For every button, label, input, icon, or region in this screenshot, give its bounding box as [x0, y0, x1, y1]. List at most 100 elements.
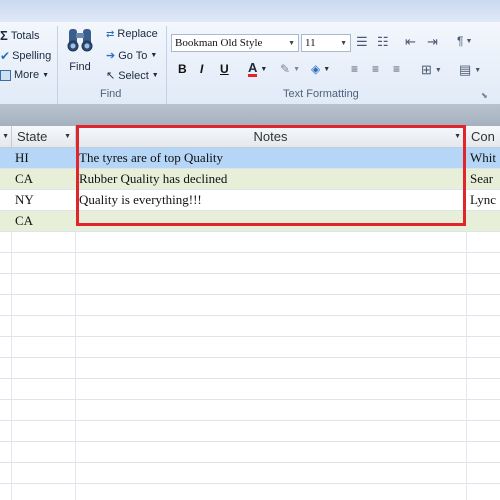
replace-icon: ⇄ — [106, 28, 115, 40]
cell-next[interactable] — [470, 211, 500, 231]
font-name-value: Bookman Old Style — [175, 37, 263, 49]
gridlines-icon: ⊞ — [421, 62, 432, 77]
title-strip — [0, 0, 500, 23]
totals-label: Totals — [10, 29, 40, 42]
empty-row — [0, 442, 500, 463]
gridlines-button[interactable]: ⊞ ▼ — [421, 62, 442, 78]
empty-row — [0, 274, 500, 295]
column-header-prev[interactable]: ▼ — [0, 126, 12, 148]
cell-next[interactable]: Sear — [470, 169, 500, 189]
bullet-list-button[interactable]: ☰ — [356, 34, 368, 50]
empty-row — [0, 400, 500, 421]
cell-state[interactable]: CA — [15, 169, 73, 189]
align-right-icon: ≡ — [393, 62, 401, 76]
empty-row — [0, 379, 500, 400]
group-label-text-formatting: Text Formatting — [283, 88, 359, 100]
highlight-text-button[interactable]: ✎ ▼ — [280, 62, 300, 76]
cell-next[interactable]: Lync — [470, 190, 500, 210]
replace-button[interactable]: ⇄ Replace — [106, 28, 158, 40]
empty-row — [0, 421, 500, 442]
empty-row — [0, 232, 500, 253]
find-button[interactable]: Find — [66, 26, 94, 73]
cell-next[interactable]: Whit — [470, 148, 500, 168]
chevron-down-icon: ▼ — [323, 65, 331, 73]
align-center-button[interactable]: ≡ — [372, 62, 379, 76]
sigma-icon: Σ — [0, 28, 8, 43]
more-button[interactable]: More ▼ — [0, 69, 49, 81]
find-label: Find — [69, 61, 91, 73]
empty-row — [0, 316, 500, 337]
font-color-button[interactable]: A ▼ — [248, 60, 268, 77]
numbered-list-button[interactable]: ☷ — [377, 34, 389, 50]
column-header-next-label: Con — [471, 129, 495, 144]
more-label: More — [14, 69, 40, 81]
column-header-next[interactable]: Con — [466, 126, 500, 148]
bullet-list-icon: ☰ — [356, 34, 368, 49]
replace-label: Replace — [117, 28, 158, 40]
indent-icon: ⇤ — [405, 34, 416, 49]
row-color-icon: ▤ — [459, 62, 472, 77]
paragraph-icon: ¶ — [457, 34, 464, 48]
paragraph-direction-button[interactable]: ¶ ▼ — [457, 34, 472, 48]
group-label-find: Find — [100, 88, 122, 100]
goto-button[interactable]: ➔ Go To ▼ — [106, 49, 158, 63]
chevron-down-icon: ▼ — [42, 71, 49, 79]
chevron-down-icon: ▼ — [434, 66, 442, 74]
column-header-state[interactable]: State ▼ — [12, 126, 76, 148]
chevron-down-icon: ▼ — [340, 39, 347, 47]
datasheet-toolbar-band — [0, 104, 500, 126]
decrease-indent-button[interactable]: ⇤ — [405, 34, 416, 50]
alternate-row-color-button[interactable]: ▤ ▼ — [459, 62, 481, 78]
ribbon-separator — [57, 26, 58, 104]
bold-button[interactable]: B — [178, 62, 187, 76]
increase-indent-button[interactable]: ⇥ — [427, 34, 438, 50]
font-name-combo[interactable]: Bookman Old Style ▼ — [171, 34, 299, 52]
fill-color-button[interactable]: ◈ ▼ — [311, 62, 330, 76]
chevron-down-icon: ▼ — [474, 66, 482, 74]
arrow-right-icon: ➔ — [106, 50, 116, 62]
empty-row — [0, 358, 500, 379]
indent-icon: ⇥ — [427, 34, 438, 49]
chevron-down-icon: ▼ — [260, 66, 268, 73]
font-color-icon: A — [248, 60, 258, 77]
spelling-button[interactable]: ✔ Spelling — [0, 49, 51, 63]
align-center-icon: ≡ — [372, 62, 380, 76]
column-header-state-label: State — [17, 129, 48, 144]
highlighter-icon: ✎ — [280, 62, 291, 76]
align-left-icon: ≡ — [351, 62, 359, 76]
chevron-down-icon: ▼ — [64, 133, 71, 140]
cell-state[interactable]: CA — [15, 211, 73, 231]
binoculars-icon — [66, 26, 94, 57]
notes-highlight-box — [76, 125, 466, 226]
align-right-button[interactable]: ≡ — [393, 62, 400, 76]
chevron-down-icon: ▼ — [2, 133, 9, 140]
italic-button[interactable]: I — [200, 62, 203, 76]
spelling-label: Spelling — [12, 50, 52, 62]
cursor-icon: ↖ — [106, 70, 116, 82]
underline-button[interactable]: U — [220, 62, 229, 76]
empty-row — [0, 295, 500, 316]
select-button[interactable]: ↖ Select ▼ — [106, 69, 159, 83]
empty-row — [0, 463, 500, 484]
font-size-combo[interactable]: 11 ▼ — [301, 34, 351, 52]
totals-button[interactable]: Σ Totals — [0, 28, 40, 43]
chevron-down-icon: ▼ — [465, 37, 473, 45]
chevron-down-icon: ▼ — [150, 52, 158, 59]
paint-bucket-icon: ◈ — [311, 62, 321, 76]
select-label: Select — [118, 69, 149, 82]
chevron-down-icon: ▼ — [288, 39, 295, 47]
goto-label: Go To — [118, 49, 148, 62]
align-left-button[interactable]: ≡ — [351, 62, 358, 76]
spelling-check-icon: ✔ — [0, 49, 11, 63]
numbered-list-icon: ☷ — [377, 34, 389, 49]
empty-row — [0, 337, 500, 358]
cell-state[interactable]: HI — [15, 148, 73, 168]
dialog-launcher-icon[interactable]: ⬊ — [481, 91, 488, 100]
empty-row — [0, 253, 500, 274]
more-grid-icon — [0, 69, 11, 81]
chevron-down-icon: ▼ — [151, 72, 159, 79]
font-size-value: 11 — [305, 37, 316, 49]
cell-state[interactable]: NY — [15, 190, 73, 210]
ribbon-separator — [166, 26, 167, 104]
chevron-down-icon: ▼ — [293, 65, 300, 73]
